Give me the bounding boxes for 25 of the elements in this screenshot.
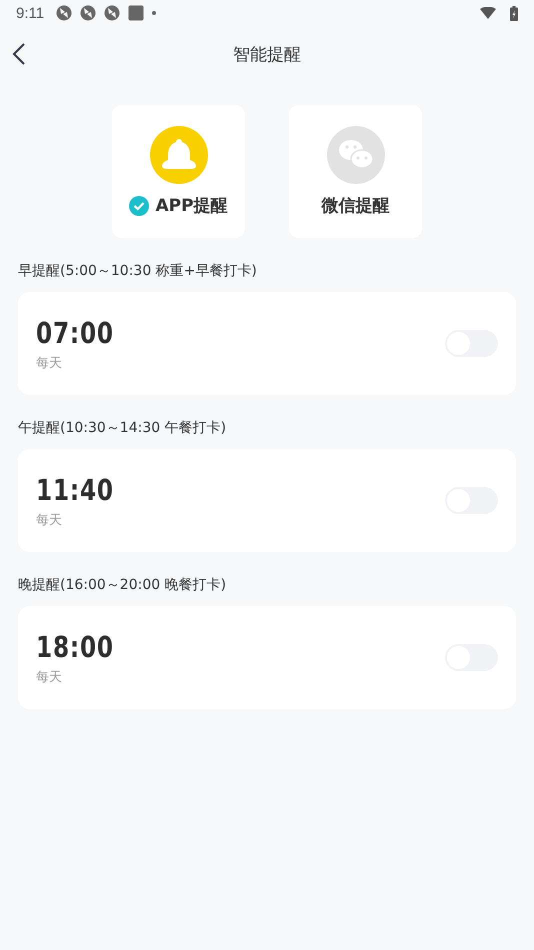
reminder-time: 07:00 xyxy=(36,316,114,350)
app-notification-icon xyxy=(56,5,72,21)
section-heading: 午提醒(10:30～14:30 午餐打卡) xyxy=(18,419,228,437)
reminder-time: 11:40 xyxy=(36,472,114,506)
repeat-label: 每天 xyxy=(36,512,63,528)
back-icon[interactable] xyxy=(12,42,26,66)
square-notification-icon xyxy=(128,5,144,21)
channel-option[interactable]: APP提醒 xyxy=(112,105,245,238)
status-time: 9:11 xyxy=(16,4,44,22)
section-heading: 晚提醒(16:00～20:00 晚餐打卡) xyxy=(18,576,228,594)
bell-icon xyxy=(150,126,208,184)
channel-label: 微信提醒 xyxy=(322,195,390,217)
chat-bubbles-icon xyxy=(326,126,384,184)
wifi-icon xyxy=(480,7,496,19)
app-notification-icon xyxy=(80,5,96,21)
dot-icon xyxy=(152,11,156,15)
repeat-label: 每天 xyxy=(36,354,63,372)
channel-option[interactable]: 微信提醒 xyxy=(289,105,422,238)
repeat-label: 每天 xyxy=(36,668,63,686)
battery-icon xyxy=(510,6,518,20)
section-heading: 早提醒(5:00～10:30 称重+早餐打卡) xyxy=(18,262,258,280)
app-notification-icon xyxy=(104,5,120,21)
page-title: 智能提醒 xyxy=(233,44,301,66)
reminder-time: 18:00 xyxy=(36,630,114,664)
channel-label: APP提醒 xyxy=(155,195,228,217)
